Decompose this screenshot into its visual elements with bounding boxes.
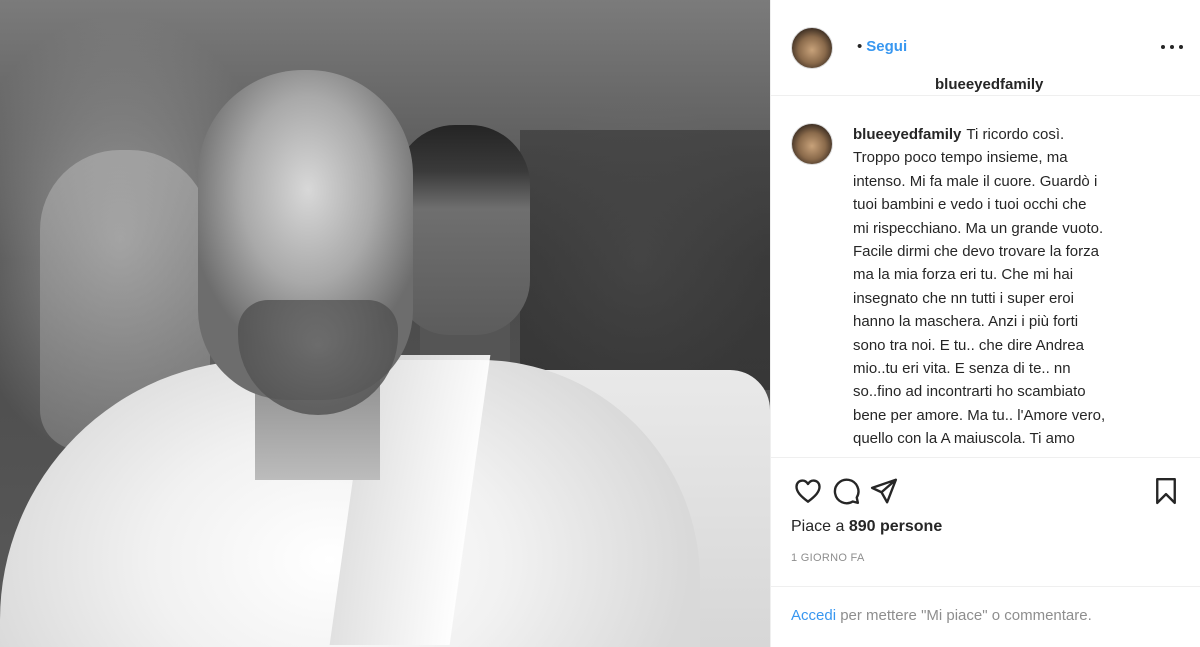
bookmark-icon[interactable] <box>1149 474 1183 508</box>
follow-button[interactable]: Segui <box>866 38 907 55</box>
post-header: blueeyedfamily • Segui <box>771 0 1200 96</box>
caption-username-link[interactable]: blueeyedfamily <box>853 126 961 143</box>
post-actions <box>771 470 1200 510</box>
caption-avatar[interactable] <box>791 123 833 165</box>
caption-line: bene per amore. Ma tu.. l'Amore vero, <box>853 406 1106 424</box>
login-prompt: Accedi per mettere "Mi piace" o commenta… <box>791 607 1092 624</box>
username-link[interactable]: blueeyedfamily <box>935 76 1043 93</box>
photo-second-man-head <box>395 125 530 335</box>
caption-line: intenso. Mi fa male il cuore. Guardò i <box>853 172 1098 190</box>
caption-line: quello con la A maiuscola. Ti amo <box>853 430 1075 448</box>
comment-icon[interactable] <box>829 474 863 508</box>
paper-plane-icon[interactable] <box>867 474 901 508</box>
likes-number: 890 <box>848 518 876 535</box>
caption-text: blueeyedfamily Ti ricordo così. Troppo po… <box>853 123 1168 451</box>
caption-line: ma la mia forza eri tu. Che mi hai <box>853 266 1074 284</box>
likes-count[interactable]: Piace a 890 persone <box>791 518 942 536</box>
post-side-panel: blueeyedfamily • Segui blueeyedfamily Ti ri… <box>770 0 1200 647</box>
login-prompt-text: per mettere "Mi piace" o commentare. <box>836 607 1092 624</box>
caption-line: mio..tu eri vita. E senza di te.. nn <box>853 360 1071 378</box>
caption-line: mi rispecchiano. Ma un grande vuoto. <box>853 219 1104 237</box>
instagram-post: blueeyedfamily • Segui blueeyedfamily Ti ri… <box>0 0 1200 647</box>
photo-background-wall <box>520 130 770 390</box>
header-user-line: blueeyedfamily • Segui <box>853 38 1043 93</box>
login-prompt-bar: Accedi per mettere "Mi piace" o commenta… <box>771 586 1200 647</box>
separator-dot: • <box>857 38 863 55</box>
caption-line: sono tra noi. E tu.. che dire Andrea <box>853 336 1084 354</box>
login-link[interactable]: Accedi <box>791 607 836 624</box>
caption-section: blueeyedfamily Ti ricordo così. Troppo po… <box>771 96 1200 458</box>
more-options-icon[interactable] <box>1161 44 1183 50</box>
likes-prefix: Piace a <box>791 518 845 535</box>
caption-line: so..fino ad incontrarti ho scambiato <box>853 383 1086 401</box>
heart-icon[interactable] <box>791 474 825 508</box>
caption-line: Ti ricordo così. <box>966 126 1065 143</box>
caption-line: Facile dirmi che devo trovare la forza <box>853 243 1099 261</box>
likes-suffix: persone <box>879 518 943 535</box>
avatar[interactable] <box>791 27 833 69</box>
caption-line: hanno la maschera. Anzi i più forti <box>853 313 1079 331</box>
post-photo[interactable] <box>0 0 770 647</box>
caption-line: Troppo poco tempo insieme, ma <box>853 149 1068 167</box>
post-timestamp[interactable]: 1 GIORNO FA <box>791 552 865 564</box>
caption-line: insegnato che nn tutti i super eroi <box>853 289 1074 307</box>
caption-line: tuoi bambini e vedo i tuoi occhi che <box>853 196 1087 214</box>
